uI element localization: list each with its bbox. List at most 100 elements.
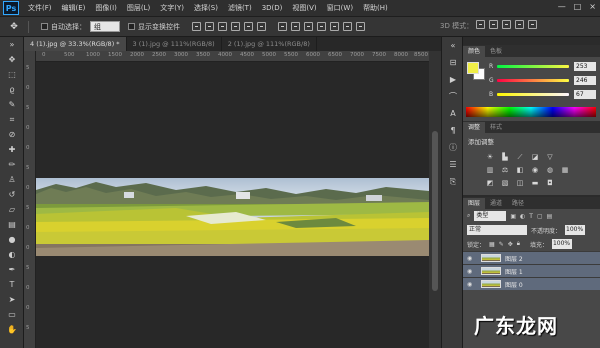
distribute-right-icon[interactable] (343, 22, 352, 31)
3d-scale-icon[interactable] (528, 20, 537, 29)
menu-3d[interactable]: 3D(D) (257, 4, 288, 12)
layer-filter-dropdown[interactable]: 类型 (474, 211, 507, 221)
character-panel-icon[interactable]: A (442, 105, 464, 122)
align-right-icon[interactable] (257, 22, 266, 31)
color-lookup-icon[interactable]: ▦ (560, 165, 570, 175)
move-tool-preset-icon[interactable]: ✥ (4, 20, 24, 34)
panorama-image[interactable] (36, 178, 429, 256)
menu-layer[interactable]: 图层(L) (122, 3, 155, 13)
gradient-map-icon[interactable]: ▬ (530, 178, 540, 188)
dodge-tool-icon[interactable]: ◐ (0, 247, 24, 262)
quick-select-tool-icon[interactable]: ✎ (0, 97, 24, 112)
selective-color-icon[interactable]: ◘ (545, 178, 555, 188)
opacity-input[interactable]: 100% (565, 225, 586, 235)
brightness-icon[interactable]: ☀ (485, 152, 495, 162)
layer-item[interactable]: ◉ 图层 2 (463, 251, 600, 264)
distribute-vcenter-icon[interactable] (291, 22, 300, 31)
scrollbar-thumb[interactable] (432, 131, 438, 291)
doc-tab-active[interactable]: 4 (1).jpg @ 33.3%(RGB/8) * (24, 37, 127, 51)
lock-paint-icon[interactable]: ✎ (499, 241, 504, 248)
color-spectrum[interactable] (466, 107, 596, 117)
menu-select[interactable]: 选择(S) (189, 3, 223, 13)
doc-tab[interactable]: 2 (1).jpg @ 111%(RGB/8) (222, 37, 317, 51)
posterize-icon[interactable]: ▧ (500, 178, 510, 188)
align-vcenter-icon[interactable] (205, 22, 214, 31)
red-value-input[interactable]: 253 (574, 61, 596, 71)
color-balance-icon[interactable]: ⚖ (500, 165, 510, 175)
3d-slide-icon[interactable] (515, 20, 524, 29)
tab-swatches[interactable]: 色板 (485, 46, 507, 57)
filter-type-icon[interactable]: T (529, 213, 533, 220)
eraser-tool-icon[interactable]: ▱ (0, 202, 24, 217)
threshold-icon[interactable]: ◫ (515, 178, 525, 188)
3d-roll-icon[interactable] (489, 20, 498, 29)
align-bottom-icon[interactable] (218, 22, 227, 31)
show-transform-checkbox[interactable] (128, 23, 135, 30)
green-value-input[interactable]: 246 (574, 75, 596, 85)
menu-type[interactable]: 文字(Y) (155, 3, 189, 13)
auto-align-icon[interactable] (356, 22, 365, 31)
levels-icon[interactable]: ▙ (500, 152, 510, 162)
clone-source-panel-icon[interactable]: ⎘ (442, 173, 464, 190)
fill-input[interactable]: 100% (551, 239, 572, 249)
close-button[interactable]: × (589, 2, 596, 11)
blend-mode-dropdown[interactable]: 正常 (467, 225, 527, 235)
brush-tool-icon[interactable]: ✏ (0, 157, 24, 172)
history-panel-icon[interactable]: ⊟ (442, 54, 464, 71)
3d-rotate-icon[interactable] (476, 20, 485, 29)
menu-window[interactable]: 窗口(W) (322, 3, 358, 13)
distribute-hcenter-icon[interactable] (330, 22, 339, 31)
crop-tool-icon[interactable]: ⌗ (0, 112, 24, 127)
channel-mixer-icon[interactable]: ◍ (545, 165, 555, 175)
tab-layers[interactable]: 图层 (463, 198, 486, 209)
blue-value-input[interactable]: 67 (574, 89, 596, 99)
filter-adjust-icon[interactable]: ◐ (520, 213, 525, 220)
actions-panel-icon[interactable]: ▶ (442, 71, 464, 88)
menu-image[interactable]: 图像(I) (90, 3, 122, 13)
minimize-button[interactable]: — (558, 2, 566, 11)
info-panel-icon[interactable]: ⓘ (442, 139, 464, 156)
red-slider[interactable] (497, 64, 569, 68)
collapse-icon[interactable]: « (442, 37, 464, 54)
tab-paths[interactable]: 路径 (507, 198, 529, 209)
menu-file[interactable]: 文件(F) (23, 3, 57, 13)
distribute-top-icon[interactable] (278, 22, 287, 31)
3d-pan-icon[interactable] (502, 20, 511, 29)
tab-styles[interactable]: 样式 (485, 122, 507, 133)
pen-tool-icon[interactable]: ✒ (0, 262, 24, 277)
history-brush-tool-icon[interactable]: ↺ (0, 187, 24, 202)
layer-item[interactable]: ◉ 图层 0 (463, 277, 600, 290)
gradient-tool-icon[interactable]: ▤ (0, 217, 24, 232)
lock-pixels-icon[interactable]: ▦ (489, 241, 495, 248)
green-slider[interactable] (497, 78, 569, 82)
hue-saturation-icon[interactable]: ▥ (485, 165, 495, 175)
blue-slider[interactable] (497, 92, 569, 96)
layer-item[interactable]: ◉ 图层 1 (463, 264, 600, 277)
auto-select-checkbox[interactable] (41, 23, 48, 30)
rectangle-tool-icon[interactable]: ▭ (0, 307, 24, 322)
lock-all-icon[interactable]: 🔒︎ (517, 240, 520, 248)
distribute-bottom-icon[interactable] (304, 22, 313, 31)
menu-view[interactable]: 视图(V) (287, 3, 321, 13)
tab-color[interactable]: 颜色 (463, 46, 486, 57)
black-white-icon[interactable]: ◧ (515, 165, 525, 175)
lock-move-icon[interactable]: ✥ (508, 241, 513, 248)
clone-stamp-tool-icon[interactable]: ♙ (0, 172, 24, 187)
path-select-tool-icon[interactable]: ➤ (0, 292, 24, 307)
blur-tool-icon[interactable]: ● (0, 232, 24, 247)
doc-tab[interactable]: 3 (1).jpg @ 111%(RGB/8) (127, 37, 222, 51)
menu-edit[interactable]: 编辑(E) (57, 3, 91, 13)
tab-adjustments[interactable]: 调整 (463, 122, 486, 133)
marquee-tool-icon[interactable]: ⬚ (0, 67, 24, 82)
healing-brush-tool-icon[interactable]: ✚ (0, 142, 24, 157)
exposure-icon[interactable]: ◪ (530, 152, 540, 162)
photo-filter-icon[interactable]: ◉ (530, 165, 540, 175)
tab-channels[interactable]: 通道 (485, 198, 507, 209)
paragraph-panel-icon[interactable]: ¶ (442, 122, 464, 139)
properties-panel-icon[interactable]: ☰ (442, 156, 464, 173)
brush-panel-icon[interactable]: ⌒ (442, 88, 464, 105)
align-left-icon[interactable] (231, 22, 240, 31)
curves-icon[interactable]: ⟋ (515, 152, 525, 162)
filter-smart-icon[interactable]: ▤ (547, 213, 553, 220)
panel-collapse-icon[interactable]: » (0, 37, 24, 52)
